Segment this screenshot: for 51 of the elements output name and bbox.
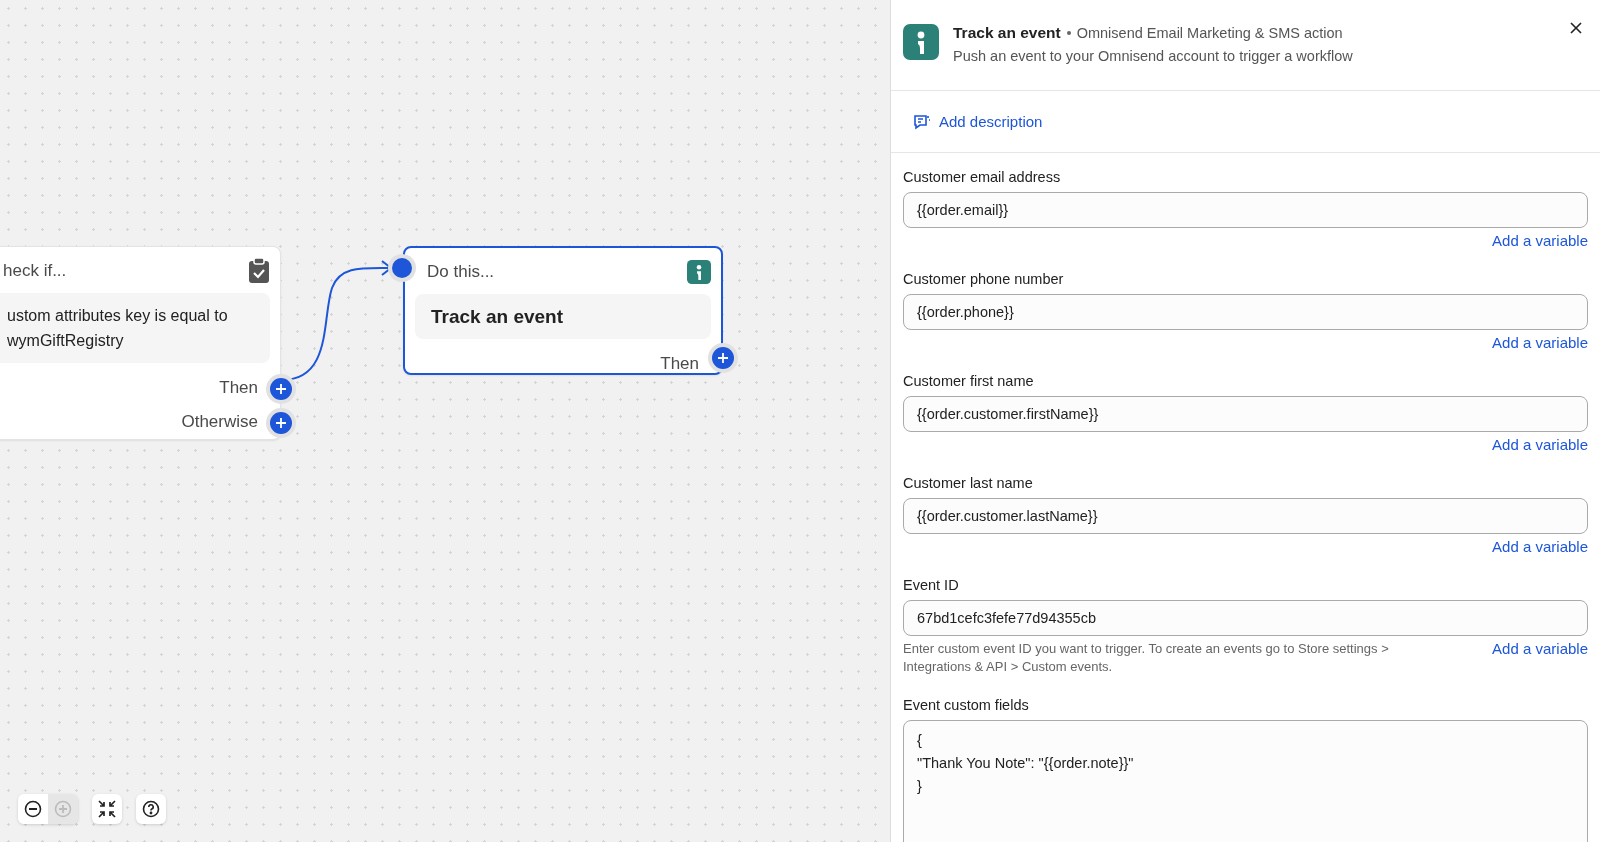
add-step-button[interactable] <box>712 347 734 369</box>
branch-label: Otherwise <box>181 412 258 432</box>
condition-node[interactable]: heck if... ustom attributes key is equal to wymGiftRegistry Then Otherwise <box>0 246 281 440</box>
close-button[interactable] <box>1568 20 1584 36</box>
input-field[interactable]: {{order.phone}} <box>903 294 1588 330</box>
input-field[interactable]: 67bd1cefc3fefe77d94355cb <box>903 600 1588 636</box>
bullet-icon <box>1066 31 1071 35</box>
add-step-button[interactable] <box>270 378 292 400</box>
help-icon <box>142 800 160 818</box>
panel-title: Track an event <box>953 24 1061 42</box>
condition-text: ustom attributes key is equal to wymGiftRegistry <box>0 293 270 363</box>
add-variable-link[interactable]: Add a variable <box>1492 538 1588 555</box>
collapse-arrows-icon <box>97 799 117 819</box>
add-variable-link[interactable]: Add a variable <box>1492 334 1588 351</box>
add-description-button[interactable]: Add description <box>913 113 1043 130</box>
add-step-button[interactable] <box>270 412 292 434</box>
plus-icon <box>275 417 287 429</box>
panel-subtitle: Push an event to your Omnisend account to trigger a workflow <box>953 48 1353 64</box>
branch-label: Then <box>219 378 258 398</box>
clipboard-check-icon <box>248 258 270 284</box>
fit-view-button[interactable] <box>92 794 122 824</box>
app-logo-icon <box>903 24 939 60</box>
branch-label: Then <box>660 354 699 374</box>
text-area[interactable]: { "Thank You Note": "{{order.note}}" } <box>903 720 1588 842</box>
help-button[interactable] <box>136 794 166 824</box>
field-label: Event custom fields <box>903 697 1030 713</box>
field-label: Customer phone number <box>903 271 1065 287</box>
plus-icon <box>275 383 287 395</box>
panel-source: Omnisend Email Marketing & SMS action <box>1076 25 1343 41</box>
input-field[interactable]: {{order.customer.lastName}} <box>903 498 1588 534</box>
field-hint: Enter custom event ID you want to trigger. To create an events go to Store settings > Integrations & API > Custom events. <box>903 640 1390 675</box>
field-label: Customer first name <box>903 373 1035 389</box>
add-variable-link[interactable]: Add a variable <box>1492 232 1588 249</box>
minus-circle-icon <box>24 800 42 818</box>
input-field[interactable]: {{order.email}} <box>903 192 1588 228</box>
zoom-out-button[interactable] <box>18 794 48 824</box>
action-node[interactable]: Do this... Track an event Then <box>403 246 723 375</box>
comment-icon <box>913 113 931 130</box>
field-label: Customer last name <box>903 475 1034 491</box>
plus-icon <box>717 352 729 364</box>
app-logo-icon <box>687 260 711 284</box>
add-variable-link[interactable]: Add a variable <box>1492 436 1588 453</box>
action-name: Track an event <box>415 294 711 339</box>
input-field[interactable]: {{order.customer.firstName}} <box>903 396 1588 432</box>
node-title: Do this... <box>427 262 495 282</box>
add-variable-link[interactable]: Add a variable <box>1492 640 1588 657</box>
input-port[interactable] <box>392 258 412 278</box>
field-label: Customer email address <box>903 169 1062 185</box>
field-label: Event ID <box>903 577 960 593</box>
plus-circle-icon <box>54 800 72 818</box>
node-title: heck if... <box>3 261 67 281</box>
